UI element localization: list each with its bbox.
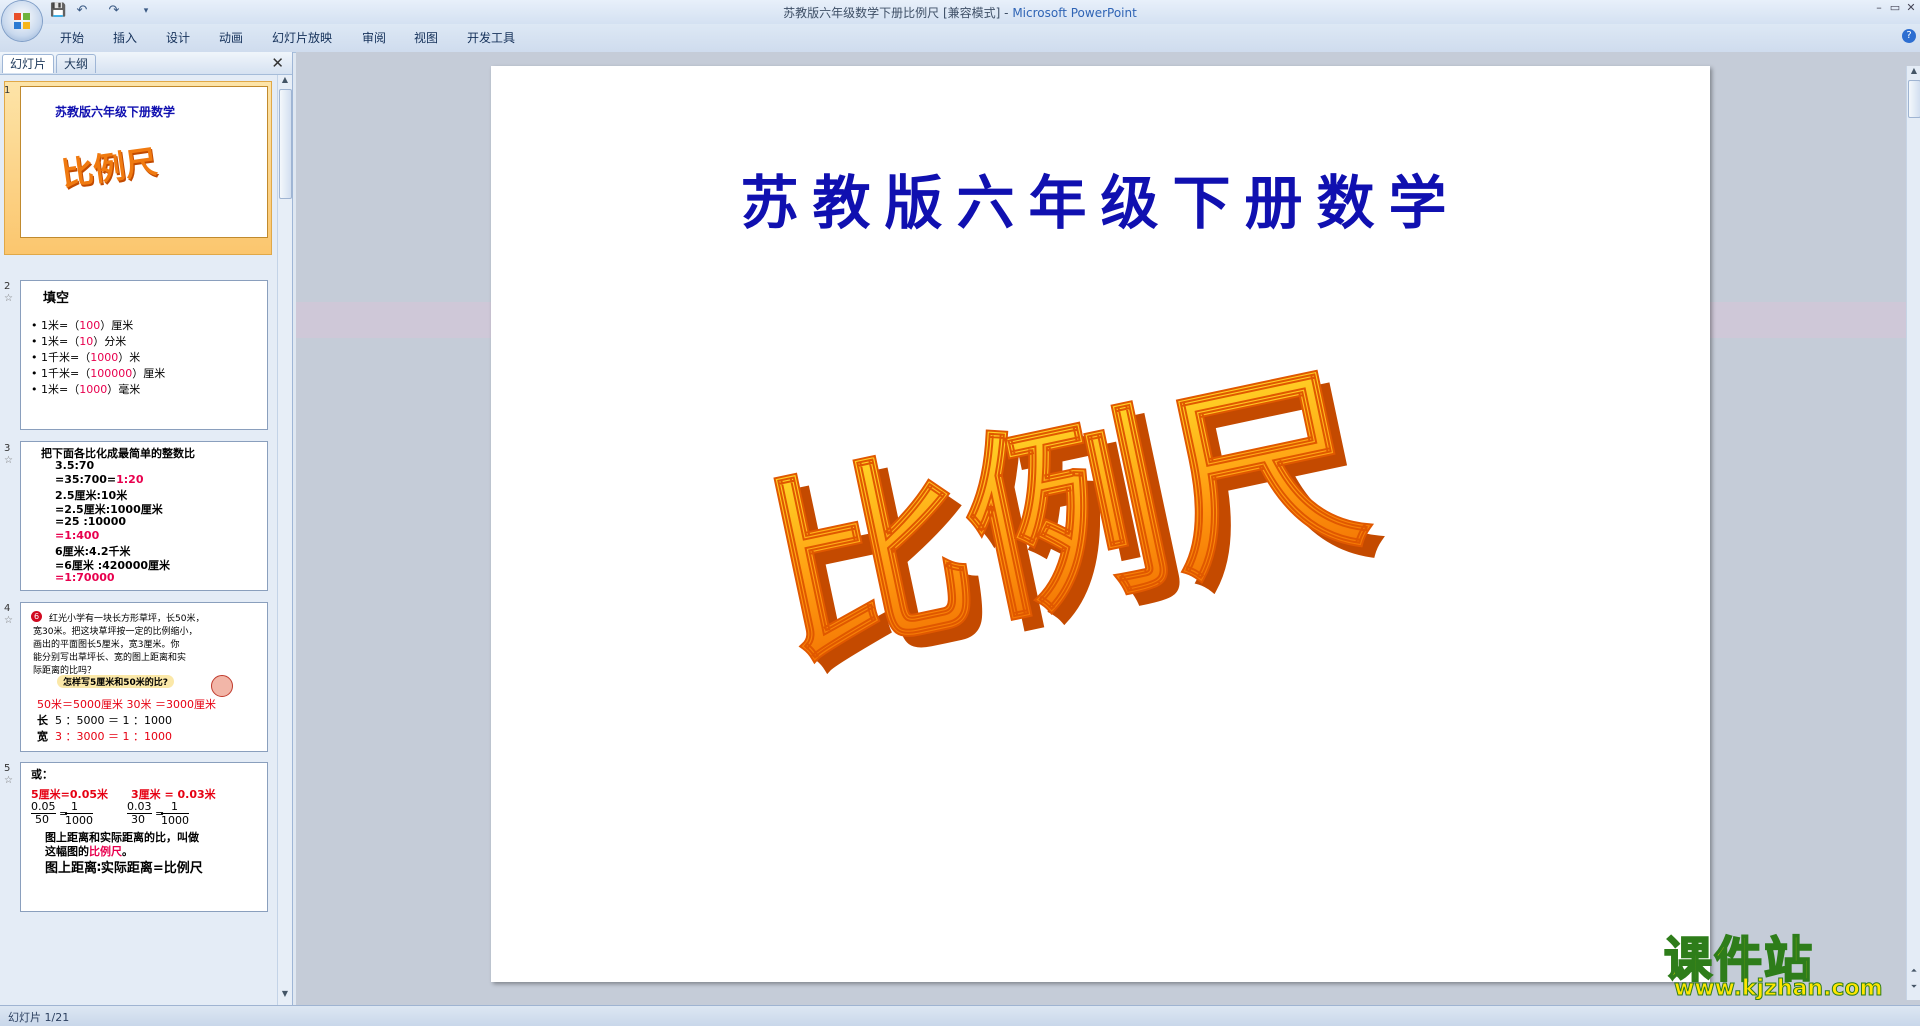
- thumbnail-slide-4[interactable]: 6 红光小学有一块长方形草坪，长50米， 宽30米。把这块草坪按一定的比例缩小，…: [20, 602, 268, 752]
- tab-slideshow[interactable]: 幻灯片放映: [272, 29, 332, 46]
- cartoon-character: [211, 675, 233, 697]
- slide-number: 3: [4, 443, 11, 454]
- watermark-url: www.kjzhan.com: [1674, 976, 1884, 1002]
- watermark: 课件站 www.kjzhan.com: [1663, 920, 1914, 1002]
- save-icon[interactable]: 💾: [50, 3, 66, 19]
- thumb-wordart: 比例尺: [59, 142, 160, 194]
- tab-slides[interactable]: 幻灯片: [2, 54, 55, 73]
- slide-scrollbar[interactable]: ▲ ⏶ ⏷: [1906, 66, 1920, 1000]
- window-title: 苏教版六年级数学下册比例尺 [兼容模式] - Microsoft PowerPo…: [783, 6, 1137, 20]
- help-icon[interactable]: ?: [1902, 29, 1916, 43]
- pane-tabs: 幻灯片 大纲 ✕: [0, 52, 292, 75]
- close-button[interactable]: ✕: [1900, 1, 1920, 15]
- thumbnail-scrollbar[interactable]: ▲ ▼: [277, 75, 292, 1005]
- slide-number: 2: [4, 281, 11, 292]
- slide-title[interactable]: 苏教版六年级下册数学: [491, 156, 1710, 240]
- customize-quick-access-icon[interactable]: ▾: [138, 3, 154, 19]
- tab-animation[interactable]: 动画: [219, 29, 243, 46]
- thumb-heading: 填空: [43, 291, 70, 306]
- title-bar: 苏教版六年级数学下册比例尺 [兼容模式] - Microsoft PowerPo…: [0, 0, 1920, 24]
- undo-icon[interactable]: ↶: [74, 3, 90, 19]
- slide-number: 4: [4, 603, 11, 614]
- slide-counter: 幻灯片 1/21: [8, 1011, 70, 1024]
- redo-icon[interactable]: ↷: [106, 3, 122, 19]
- tab-home[interactable]: 开始: [60, 29, 84, 46]
- scroll-up-icon[interactable]: ▲: [279, 75, 291, 87]
- tab-design[interactable]: 设计: [166, 29, 190, 46]
- thumbnail-slide-5[interactable]: 或： 5厘米=0.05米 3厘米 = 0.03米 0.05 50 = 1 100…: [20, 762, 268, 912]
- document-title: 苏教版六年级数学下册比例尺 [兼容模式]: [783, 6, 1001, 20]
- animation-star-icon: ☆: [4, 293, 13, 304]
- scroll-thumb[interactable]: [279, 89, 292, 199]
- status-bar: 幻灯片 1/21: [0, 1005, 1920, 1026]
- slide-number: 5: [4, 763, 11, 774]
- animation-star-icon: ☆: [4, 615, 13, 626]
- tab-outline[interactable]: 大纲: [56, 54, 97, 73]
- ribbon-tab-bar: 开始 插入 设计 动画 幻灯片放映 审阅 视图 开发工具 ?: [0, 24, 1920, 53]
- thumb-title: 苏教版六年级下册数学: [55, 105, 176, 119]
- office-button[interactable]: [2, 1, 42, 41]
- slides-pane: 幻灯片 大纲 ✕ 1 苏教版六年级下册数学 比例尺 2 ☆ 填空 • 1米=（1…: [0, 52, 293, 1005]
- thumbnail-slide-1[interactable]: 苏教版六年级下册数学 比例尺: [20, 86, 268, 238]
- scroll-thumb[interactable]: [1908, 80, 1920, 118]
- animation-star-icon: ☆: [4, 455, 13, 466]
- thumbnail-list: 1 苏教版六年级下册数学 比例尺 2 ☆ 填空 • 1米=（100）厘米 • 1…: [0, 75, 275, 1005]
- wordart-title[interactable]: 比例尺 比例尺: [661, 336, 1501, 736]
- slide-number: 1: [4, 85, 11, 96]
- current-slide[interactable]: 苏教版六年级下册数学 比例尺 比例尺: [491, 66, 1710, 982]
- app-name: Microsoft PowerPoint: [1012, 6, 1137, 20]
- tab-review[interactable]: 审阅: [362, 29, 386, 46]
- thumbnail-slide-3[interactable]: 把下面各比化成最简单的整数比 3.5:70 =35:700=1:20 2.5厘米…: [20, 441, 268, 591]
- animation-star-icon: ☆: [4, 775, 13, 786]
- tab-developer[interactable]: 开发工具: [467, 29, 515, 46]
- tab-view[interactable]: 视图: [414, 29, 438, 46]
- scroll-up-icon[interactable]: ▲: [1908, 66, 1920, 78]
- speech-bubble: 怎样写5厘米和50米的比?: [57, 675, 175, 688]
- scroll-down-icon[interactable]: ▼: [279, 989, 291, 1001]
- close-pane-icon[interactable]: ✕: [271, 54, 284, 72]
- office-logo-icon: [14, 13, 30, 29]
- thumbnail-slide-2[interactable]: 填空 • 1米=（100）厘米 • 1米=（10）分米 • 1千米=（1000）…: [20, 280, 268, 430]
- tab-insert[interactable]: 插入: [113, 29, 137, 46]
